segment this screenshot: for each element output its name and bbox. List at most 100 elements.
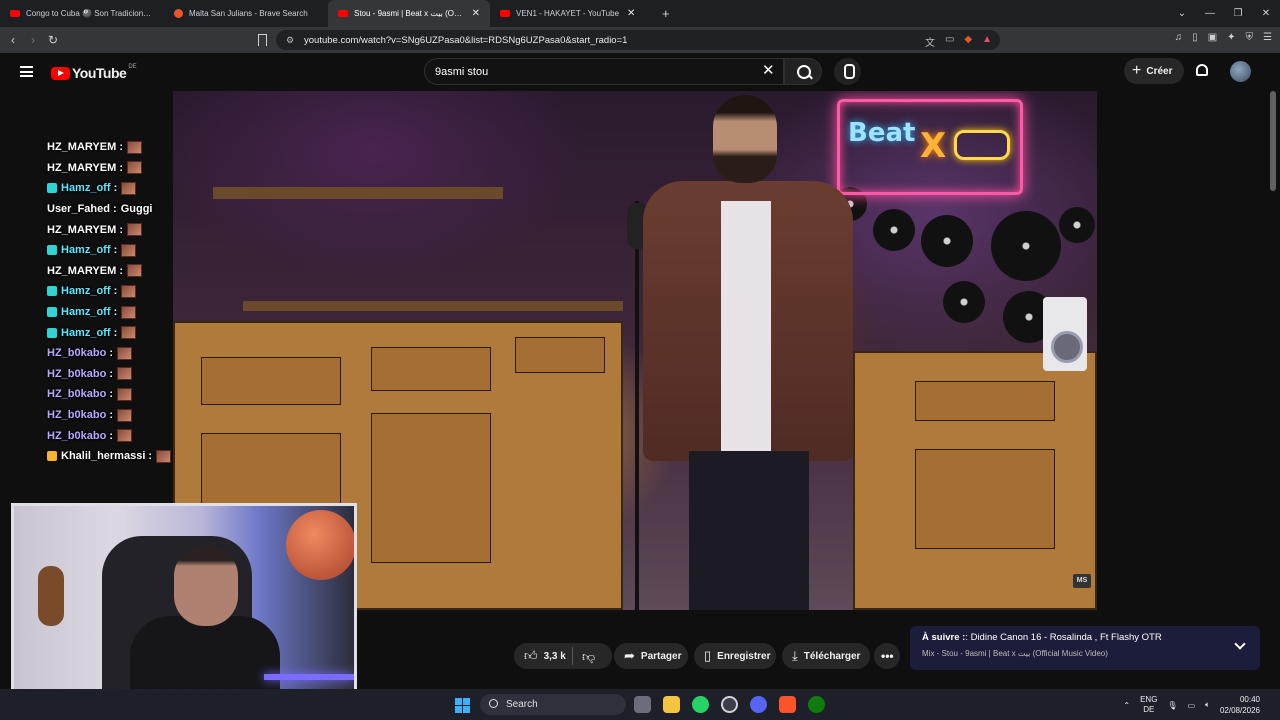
up-next-panel[interactable]: À suivre :: Didine Canon 16 - Rosalinda …: [910, 626, 1260, 670]
chat-username[interactable]: User_Fahed: [47, 203, 110, 215]
chat-username[interactable]: HZ_b0kabo: [47, 368, 106, 380]
window-close-icon[interactable]: ✕: [1252, 8, 1280, 19]
tray-overflow-icon[interactable]: ⌃: [1123, 701, 1130, 710]
translate-icon[interactable]: 文: [925, 34, 935, 49]
language-indicator[interactable]: ENG DE: [1140, 695, 1157, 715]
chat-username[interactable]: Hamz_off: [61, 306, 111, 318]
chat-username[interactable]: Khalil_hermassi: [61, 450, 145, 462]
chat-separator: :: [110, 285, 118, 298]
clock[interactable]: 00:40 02/08/2026: [1220, 694, 1260, 716]
chat-message: Khalil_hermassi :: [47, 446, 187, 467]
browser-tab[interactable]: Malta San Julians - Brave Search: [164, 0, 328, 27]
youtube-logo[interactable]: YouTube DE: [51, 64, 137, 81]
new-tab-icon[interactable]: +: [662, 6, 670, 21]
notifications-bell-icon[interactable]: [1196, 64, 1208, 76]
share-button[interactable]: ➦ Partager: [614, 643, 688, 669]
chat-separator: :: [110, 182, 118, 195]
chat-username[interactable]: Hamz_off: [61, 244, 111, 256]
search-input[interactable]: 9asmi stou: [424, 58, 784, 85]
dislike-icon[interactable]: 👎︎: [582, 649, 595, 665]
wallet-icon[interactable]: ▣: [1208, 32, 1217, 43]
chat-username[interactable]: Hamz_off: [61, 327, 111, 339]
windows-start-icon[interactable]: [455, 698, 470, 713]
create-button[interactable]: + Créer: [1124, 58, 1184, 84]
tab-search-icon[interactable]: ⌄: [1168, 8, 1196, 19]
chat-username[interactable]: Hamz_off: [61, 182, 111, 194]
vinyl-record: [943, 281, 985, 323]
page-scrollbar[interactable]: [1270, 91, 1276, 191]
browser-tab-active[interactable]: Stou - 9asmi | Beat x بيت (Officia ✕: [328, 0, 490, 27]
emote-icon: [127, 140, 142, 154]
up-next-video-title: : Didine Canon 16 - Rosalinda , Ft Flash…: [965, 632, 1162, 643]
brave-shields-icon[interactable]: ◆: [964, 34, 972, 49]
menu-icon[interactable]: ☰: [1263, 32, 1272, 43]
close-tab-icon[interactable]: ✕: [472, 8, 480, 19]
network-icon[interactable]: ▭: [1188, 701, 1196, 710]
back-icon[interactable]: ‹: [3, 33, 23, 47]
like-count[interactable]: 3,3 k: [544, 651, 566, 662]
browser-toolbar: ‹ › ↻ ⚙ youtube.com/watch?v=SNg6UZPasa0&…: [0, 27, 1280, 53]
emote-icon: [127, 161, 142, 175]
guide-menu-icon[interactable]: [20, 66, 33, 77]
chat-username[interactable]: HZ_MARYEM: [47, 265, 116, 277]
studio-speaker: [1043, 297, 1087, 371]
search-button[interactable]: [784, 58, 822, 85]
xbox-icon[interactable]: [808, 696, 825, 713]
chat-username[interactable]: HZ_MARYEM: [47, 224, 116, 236]
chat-username[interactable]: HZ_b0kabo: [47, 430, 106, 442]
volume-icon[interactable]: 🔈︎: [1205, 700, 1210, 710]
account-avatar[interactable]: [1230, 61, 1251, 82]
obs-icon[interactable]: [721, 696, 738, 713]
emote-icon: [121, 284, 137, 298]
chat-separator: :: [145, 450, 153, 463]
minimize-icon[interactable]: —: [1196, 8, 1224, 19]
guitar: [38, 566, 64, 626]
cast-icon[interactable]: ▭: [945, 34, 954, 49]
vpn-icon[interactable]: ⛨: [1246, 32, 1254, 43]
browser-tab[interactable]: Congo to Cuba 🎱 Son Tradicional C: [0, 0, 164, 27]
chat-username[interactable]: HZ_MARYEM: [47, 141, 116, 153]
vinyl-record: [873, 209, 915, 251]
neon-sign: Beat X: [837, 99, 1023, 195]
download-button[interactable]: ⤓ Télécharger: [782, 643, 870, 669]
file-explorer-icon[interactable]: [663, 696, 680, 713]
like-icon[interactable]: 👍︎: [524, 648, 538, 664]
tab-label: Malta San Julians - Brave Search: [189, 9, 308, 18]
chat-username[interactable]: HZ_MARYEM: [47, 162, 116, 174]
close-tab-icon[interactable]: ✕: [627, 8, 635, 19]
leo-icon[interactable]: ✦: [1227, 32, 1235, 43]
chat-username[interactable]: HZ_b0kabo: [47, 347, 106, 359]
channel-watermark-icon[interactable]: MS: [1073, 574, 1091, 588]
brave-icon[interactable]: [779, 696, 796, 713]
microphone-tray-icon[interactable]: 🎙︎: [1167, 701, 1177, 710]
reload-icon[interactable]: ↻: [43, 33, 63, 47]
voice-search-icon[interactable]: [834, 58, 861, 85]
clock-date: 02/08/2026: [1219, 706, 1260, 715]
shirt: [721, 201, 771, 461]
task-view-icon[interactable]: [634, 696, 651, 713]
discord-icon[interactable]: [750, 696, 767, 713]
sidebar-icon[interactable]: ▯: [1192, 32, 1198, 43]
chat-username[interactable]: Hamz_off: [61, 285, 111, 297]
chat-username[interactable]: HZ_b0kabo: [47, 409, 106, 421]
more-actions-button[interactable]: •••: [874, 643, 900, 669]
save-button[interactable]: ▯ Enregistrer: [694, 643, 776, 669]
chat-separator: :: [110, 244, 118, 257]
clear-search-icon[interactable]: ✕: [762, 63, 775, 78]
taskbar-search[interactable]: Search: [480, 694, 626, 715]
chat-message: HZ_MARYEM :: [47, 158, 187, 179]
forward-icon[interactable]: ›: [23, 33, 43, 47]
site-info-icon[interactable]: ⚙: [286, 35, 294, 46]
maximize-icon[interactable]: ❐: [1224, 8, 1252, 19]
chat-message: Hamz_off :: [47, 240, 187, 261]
vinyl-record: [921, 215, 973, 267]
media-icon[interactable]: ♫: [1175, 32, 1183, 43]
chat-username[interactable]: HZ_b0kabo: [47, 388, 106, 400]
bookmark-icon[interactable]: [258, 34, 267, 46]
address-bar[interactable]: ⚙ youtube.com/watch?v=SNg6UZPasa0&list=R…: [276, 30, 1000, 50]
brave-rewards-icon[interactable]: ▲: [982, 34, 992, 49]
browser-tab[interactable]: VEN1 - HAKAYET - YouTube ✕: [490, 0, 654, 27]
vinyl-record: [991, 211, 1061, 281]
like-divider: [572, 647, 573, 665]
whatsapp-icon[interactable]: [692, 696, 709, 713]
